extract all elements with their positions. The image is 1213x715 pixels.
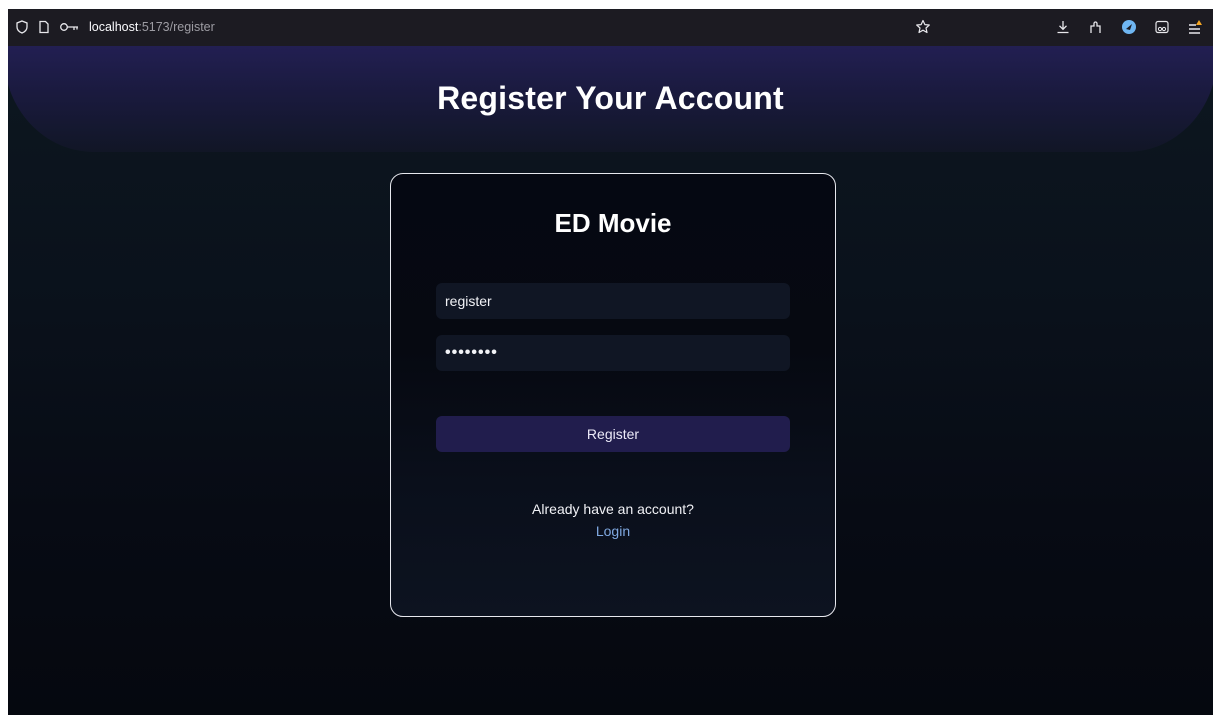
url-bar-icons [12, 17, 84, 37]
register-card: ED Movie register •••••••• Register Alre… [390, 173, 836, 617]
card-title: ED Movie [554, 208, 672, 238]
already-account-text: Already have an account? [532, 501, 694, 517]
url-field[interactable]: localhost:5173/register [89, 20, 215, 34]
page-content: Register Your Account ED Movie register … [8, 46, 1213, 715]
browser-window: localhost:5173/register Register Your Ac… [8, 9, 1213, 715]
login-link[interactable]: Login [391, 523, 835, 539]
page-title: Register Your Account [437, 80, 784, 116]
username-input[interactable]: register [436, 283, 790, 319]
password-value: •••••••• [445, 344, 498, 361]
extensions-icon[interactable] [1086, 17, 1106, 37]
page-icon[interactable] [34, 17, 54, 37]
shield-icon[interactable] [12, 17, 32, 37]
download-icon[interactable] [1053, 17, 1073, 37]
header-banner: Register Your Account [8, 46, 1213, 152]
menu-update-icon[interactable] [1185, 17, 1205, 37]
url-path: :5173/register [138, 20, 215, 34]
toolbar-actions [1053, 17, 1205, 37]
register-button[interactable]: Register [436, 416, 790, 452]
reader-view-icon[interactable] [1152, 17, 1172, 37]
password-input[interactable]: •••••••• [436, 335, 790, 371]
browser-toolbar: localhost:5173/register [8, 9, 1213, 46]
username-value: register [445, 293, 492, 309]
bookmark-star-icon[interactable] [913, 17, 933, 37]
url-host: localhost [89, 20, 139, 34]
extension-blue-icon[interactable] [1119, 17, 1139, 37]
screenshot-frame: localhost:5173/register Register Your Ac… [0, 0, 1213, 715]
key-icon[interactable] [56, 17, 84, 37]
